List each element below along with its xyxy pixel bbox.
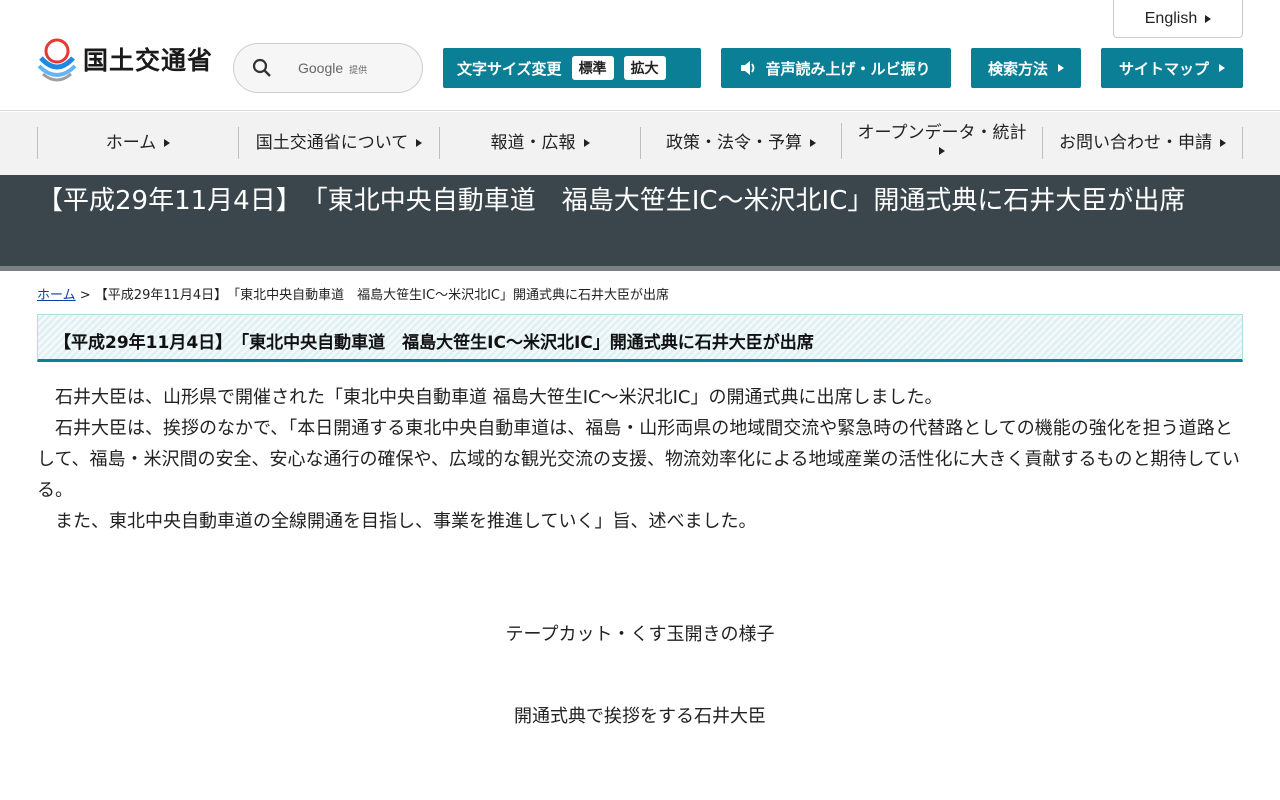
speaker-icon — [741, 61, 757, 75]
nav-item-press[interactable]: 報道・広報 — [439, 127, 640, 159]
font-size-panel: 文字サイズ変更 標準 拡大 — [443, 48, 701, 88]
triangle-right-icon — [416, 139, 423, 147]
global-nav: ホーム 国土交通省について 報道・広報 政策・法令・予算 オープンデータ・統計 … — [0, 112, 1280, 175]
font-size-standard-button[interactable]: 標準 — [571, 56, 614, 80]
article-subheading: 【平成29年11月4日】 「東北中央自動車道 福島大笹生IC～米沢北IC」開通式… — [54, 333, 814, 353]
page-title-band: 【平成29年11月4日】 「東北中央自動車道 福島大笹生IC～米沢北IC」開通式… — [0, 175, 1280, 271]
article-paragraph: 石井大臣は、山形県で開催された「東北中央自動車道 福島大笹生IC～米沢北IC」の… — [55, 387, 943, 408]
font-size-large-button[interactable]: 拡大 — [623, 56, 666, 80]
english-link[interactable]: English — [1113, 0, 1243, 38]
triangle-right-icon — [1058, 64, 1064, 72]
font-size-label: 文字サイズ変更 — [457, 59, 562, 78]
site-header: 国土交通省 Google 提供 English 文字サイズ変更 標準 拡大 音声読… — [0, 0, 1280, 111]
page-title: 【平成29年11月4日】 「東北中央自動車道 福島大笹生IC～米沢北IC」開通式… — [37, 186, 1186, 216]
triangle-right-icon — [164, 139, 171, 147]
mlit-logo-icon — [37, 36, 77, 82]
breadcrumb-home-link[interactable]: ホーム — [37, 288, 76, 303]
voice-reading-button[interactable]: 音声読み上げ・ルビ振り — [721, 48, 951, 88]
photo-caption-tape-cut: テープカット・くす玉開きの様子 — [505, 624, 775, 645]
article-paragraph: また、東北中央自動車道の全線開通を目指し、事業を推進していく」旨、述べました。 — [55, 511, 757, 532]
nav-item-contact[interactable]: お問い合わせ・申請 — [1042, 127, 1243, 159]
sitemap-button[interactable]: サイトマップ — [1101, 48, 1243, 88]
google-search-label: Google 提供 — [298, 60, 368, 76]
triangle-right-icon — [810, 139, 816, 147]
triangle-right-icon — [1220, 139, 1226, 147]
voice-reading-label: 音声読み上げ・ルビ振り — [765, 59, 931, 78]
search-icon[interactable] — [252, 58, 272, 78]
article-subheading-box: 【平成29年11月4日】 「東北中央自動車道 福島大笹生IC～米沢北IC」開通式… — [37, 314, 1243, 362]
search-method-label: 検索方法 — [987, 59, 1048, 78]
nav-item-about[interactable]: 国土交通省について — [238, 127, 439, 159]
nav-item-opendata[interactable]: オープンデータ・統計 — [841, 123, 1042, 159]
breadcrumb: ホーム > 【平成29年11月4日】 「東北中央自動車道 福島大笹生IC～米沢北… — [37, 284, 669, 303]
mlit-logo[interactable]: 国土交通省 — [37, 36, 213, 82]
site-search-box[interactable]: Google 提供 — [233, 43, 423, 93]
triangle-right-icon — [939, 147, 945, 155]
triangle-right-icon — [1205, 14, 1212, 23]
triangle-right-icon — [1219, 64, 1225, 72]
nav-item-policy[interactable]: 政策・法令・予算 — [640, 127, 841, 159]
search-method-button[interactable]: 検索方法 — [971, 48, 1081, 88]
photo-caption-greeting: 開通式典で挨拶をする石井大臣 — [514, 706, 766, 727]
triangle-right-icon — [583, 139, 590, 147]
article-paragraph: 石井大臣は、挨拶のなかで、「本日開通する東北中央自動車道は、福島・山形両県の地域… — [37, 418, 1240, 501]
nav-item-home[interactable]: ホーム — [37, 127, 238, 159]
breadcrumb-current: 【平成29年11月4日】 「東北中央自動車道 福島大笹生IC～米沢北IC」開通式… — [94, 288, 669, 303]
article-body: 石井大臣は、山形県で開催された「東北中央自動車道 福島大笹生IC～米沢北IC」の… — [37, 382, 1247, 537]
logo-text: 国土交通省 — [83, 46, 214, 75]
sitemap-label: サイトマップ — [1118, 59, 1209, 78]
breadcrumb-separator: > — [75, 288, 95, 303]
